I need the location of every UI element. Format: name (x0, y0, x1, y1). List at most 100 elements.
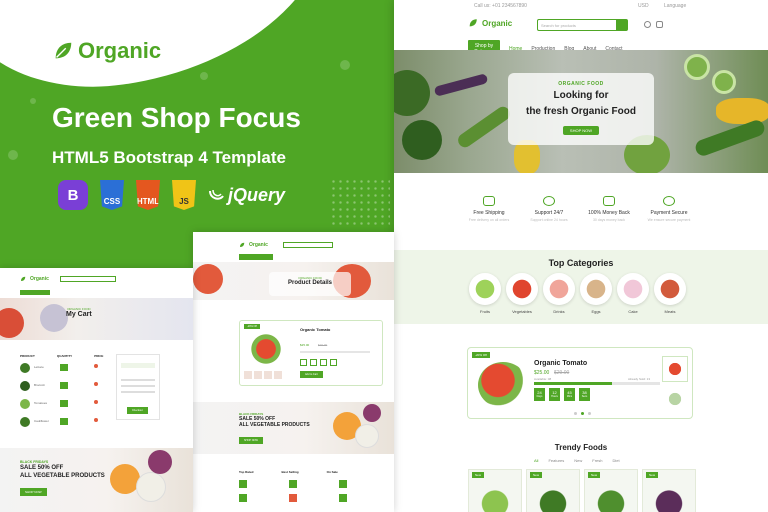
logo-text: Organic (30, 276, 49, 282)
sale-line-1: SALE 50% OFF (20, 465, 64, 471)
breadcrumb-title: My Cart (66, 311, 92, 318)
shop-now-button[interactable]: SHOP NOW (239, 437, 263, 444)
product-card[interactable]: New (468, 469, 522, 512)
quantity-stepper[interactable] (60, 400, 68, 407)
shop-now-button[interactable]: SHOP NOW (562, 126, 600, 135)
deal-thumb[interactable] (662, 356, 688, 382)
product-name: Organic Tomato (300, 327, 331, 332)
sale-banner: BLACK FRIDAYS SALE 50% OFF ALL VEGETABLE… (0, 448, 193, 512)
cucumber-image (693, 118, 767, 158)
search-input[interactable]: Search for products (537, 19, 627, 31)
add-to-cart-button[interactable]: Add to Cart (300, 371, 323, 378)
feature-title: Support 24/7 (534, 210, 564, 216)
tech-logos: B CSS HTML JS jQuery (58, 180, 285, 210)
deal-product-name[interactable]: Organic Tomato (534, 360, 587, 367)
tab-all[interactable]: All (534, 458, 538, 463)
product-card[interactable]: New (642, 469, 696, 512)
category-meats[interactable]: Meats (654, 273, 686, 314)
user-icon[interactable] (644, 21, 651, 28)
slider-dot-active[interactable] (581, 412, 584, 415)
remove-icon[interactable] (94, 382, 98, 386)
promo-title: Green Shop Focus (52, 102, 301, 133)
deal-thumb[interactable] (662, 388, 688, 410)
slider-dot[interactable] (574, 412, 577, 415)
logo-text: Organic (249, 242, 268, 248)
nav-shop-by-category[interactable] (239, 254, 273, 260)
checkout-button[interactable]: Checkout (127, 407, 148, 414)
coupon-input[interactable] (121, 363, 155, 368)
corn-image (716, 98, 768, 124)
mini-product-grid (239, 480, 385, 502)
tab-fresh[interactable]: Fresh (592, 458, 602, 463)
tab-features[interactable]: Features (548, 458, 564, 463)
garlic-image (136, 472, 166, 502)
quantity-stepper[interactable] (60, 364, 68, 371)
decor-dot (340, 60, 350, 70)
shop-now-button[interactable]: SHOP NOW (20, 488, 47, 496)
new-badge: New (472, 472, 485, 478)
deal-progress-fill (534, 382, 612, 385)
search-input[interactable] (283, 242, 333, 248)
site-logo[interactable]: Organic (20, 276, 49, 282)
logo-text: Organic (482, 18, 513, 28)
product-thumb[interactable] (274, 371, 282, 379)
col-top-rated: Top Rated (239, 470, 254, 474)
quantity-stepper[interactable] (60, 382, 68, 389)
mini-product[interactable] (289, 480, 335, 488)
category-label: Drinks (553, 309, 565, 314)
sale-line-2: ALL VEGETABLE PRODUCTS (20, 473, 105, 479)
countdown-box (330, 359, 337, 366)
mini-product[interactable] (239, 494, 285, 502)
nav-shop-by-category[interactable] (20, 290, 50, 295)
product-thumb[interactable] (264, 371, 272, 379)
product-price: $25.00 (300, 343, 310, 347)
remove-icon[interactable] (94, 364, 98, 368)
product-card[interactable]: New (526, 469, 580, 512)
search-input[interactable] (60, 276, 116, 282)
search-button[interactable] (616, 19, 628, 31)
quantity-stepper[interactable] (60, 418, 68, 425)
countdown-secs: 38 Secs (579, 388, 590, 401)
slider-dot[interactable] (588, 412, 591, 415)
home-page-mockup: Call us: +01 234567890 USD Language Orga… (394, 0, 768, 512)
deal-sold: Already Sold: 13 (628, 377, 651, 381)
summary-line (121, 385, 155, 387)
feature-title: Free Shipping (473, 210, 505, 216)
col-quantity: QUANTITY (56, 354, 73, 358)
category-vegetables[interactable]: Vegetables (506, 273, 538, 314)
cart-icon[interactable] (656, 21, 663, 28)
product-card[interactable]: New (584, 469, 638, 512)
tab-new[interactable]: New (574, 458, 582, 463)
product-thumb[interactable] (244, 371, 252, 379)
decor-dot (30, 98, 36, 104)
vegetable-icon (506, 273, 538, 305)
tab-diet[interactable]: Diet (613, 458, 620, 463)
hero-headline-1: Looking for (553, 90, 609, 101)
remove-icon[interactable] (94, 418, 98, 422)
slider-dots (574, 412, 591, 415)
tomato-image (478, 362, 528, 408)
countdown-mins: 45 Mins (564, 388, 575, 401)
product-thumb[interactable] (254, 371, 262, 379)
css3-icon: CSS (100, 180, 124, 210)
mini-product[interactable] (339, 480, 385, 488)
product-old-price: $29.00 (318, 343, 328, 347)
product-thumb (20, 417, 30, 427)
category-eggs[interactable]: Eggs (580, 273, 612, 314)
mini-product[interactable] (289, 494, 335, 502)
language-select[interactable]: Language (664, 3, 686, 9)
category-drinks[interactable]: Drinks (543, 273, 575, 314)
site-logo[interactable]: Organic (468, 18, 512, 28)
mini-product[interactable] (339, 494, 385, 502)
category-fruits[interactable]: Fruits (469, 273, 501, 314)
cart-summary: Checkout (116, 354, 160, 420)
mini-product[interactable] (239, 480, 285, 488)
site-logo[interactable]: Organic (239, 242, 268, 248)
category-cake[interactable]: Cake (617, 273, 649, 314)
currency-select[interactable]: USD (638, 3, 649, 9)
remove-icon[interactable] (94, 400, 98, 404)
trendy-foods-title: Trendy Foods (554, 443, 608, 452)
new-badge: New (588, 472, 601, 478)
deal-price: $25.00 (534, 370, 550, 376)
promo-subtitle: HTML5 Bootstrap 4 Template (52, 148, 286, 167)
